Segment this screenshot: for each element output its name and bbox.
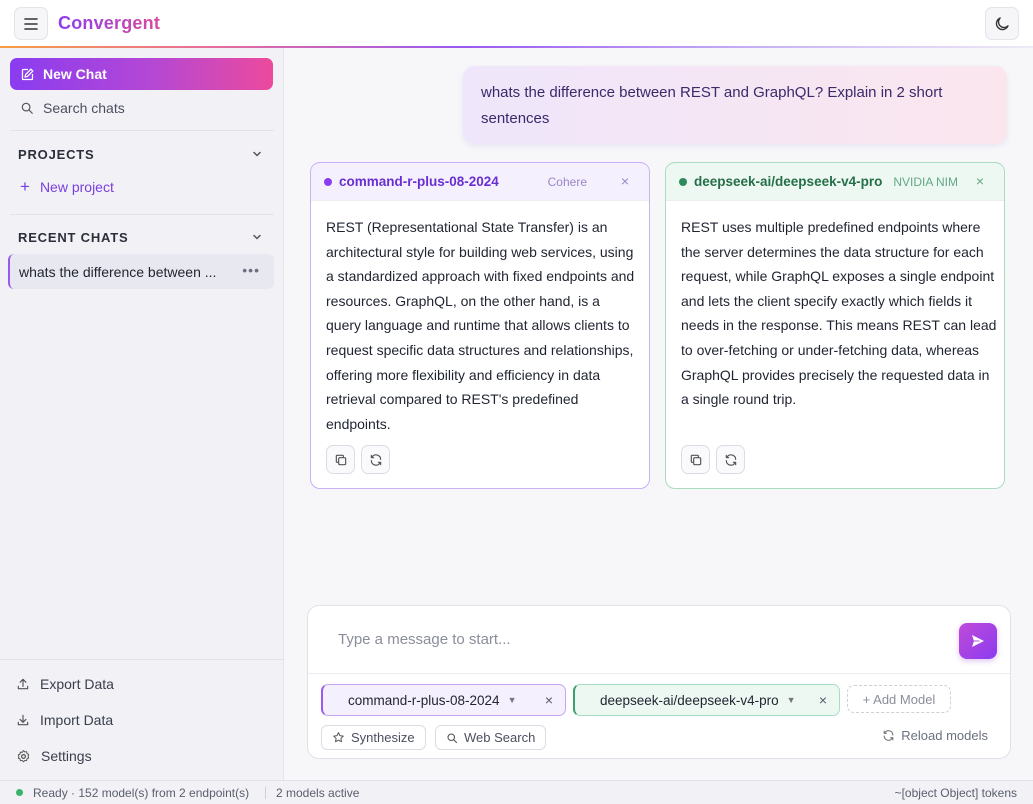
web-search-toggle[interactable]: Web Search (435, 725, 547, 750)
synthesize-label: Synthesize (351, 730, 415, 745)
caret-down-icon[interactable]: ▼ (508, 695, 517, 705)
new-project-button[interactable]: + New project (20, 177, 114, 196)
plus-icon: + (20, 177, 30, 196)
synthesize-toggle[interactable]: Synthesize (321, 725, 426, 750)
response-provider: NVIDIA NIM (893, 175, 958, 189)
status-text: Ready · 152 model(s) from 2 endpoint(s) (33, 786, 250, 800)
response-card: command-r-plus-08-2024 Cohere × REST (Re… (310, 162, 650, 489)
response-actions (681, 445, 745, 474)
hamburger-icon (24, 17, 38, 30)
response-provider: Cohere (547, 175, 587, 189)
response-model-name: deepseek-ai/deepseek-v4-pro (694, 174, 883, 189)
model-chip-label: command-r-plus-08-2024 (348, 692, 500, 708)
status-separator (265, 787, 266, 799)
download-icon (17, 714, 29, 726)
search-icon (447, 732, 458, 743)
response-model-name: command-r-plus-08-2024 (339, 174, 499, 189)
gear-icon (17, 749, 30, 762)
search-icon (21, 102, 33, 114)
add-model-button[interactable]: + Add Model (847, 685, 951, 713)
user-message: whats the difference between REST and Gr… (463, 66, 1007, 144)
model-chip[interactable]: command-r-plus-08-2024 ▼ × (321, 684, 566, 716)
message-composer: command-r-plus-08-2024 ▼ × deepseek-ai/d… (307, 605, 1011, 759)
import-data-button[interactable]: Import Data (16, 712, 113, 728)
search-chats-button[interactable]: Search chats (10, 96, 273, 120)
copy-icon (690, 454, 701, 465)
more-options-icon[interactable]: ••• (242, 262, 260, 278)
web-search-label: Web Search (464, 730, 536, 745)
regenerate-button[interactable] (361, 445, 390, 474)
import-data-label: Import Data (40, 712, 114, 728)
edit-icon (21, 68, 34, 80)
export-data-button[interactable]: Export Data (16, 676, 114, 692)
token-count: ~[object Object] tokens (894, 786, 1017, 800)
sidebar-divider (10, 130, 274, 131)
reload-models-label: Reload models (901, 728, 988, 743)
upload-icon (17, 678, 29, 690)
sidebar-divider (0, 659, 284, 660)
active-models-count: 2 models active (276, 786, 360, 800)
response-card-header: deepseek-ai/deepseek-v4-pro NVIDIA NIM × (666, 163, 1004, 201)
regenerate-button[interactable] (716, 445, 745, 474)
response-card: deepseek-ai/deepseek-v4-pro NVIDIA NIM ×… (665, 162, 1005, 489)
send-button[interactable] (959, 623, 997, 659)
new-project-label: New project (39, 179, 114, 195)
settings-label: Settings (41, 748, 92, 764)
response-text: REST uses multiple predefined endpoints … (681, 219, 997, 408)
model-chip[interactable]: deepseek-ai/deepseek-v4-pro ▼ × (573, 684, 840, 716)
app-logo: Convergent (58, 13, 161, 33)
new-chat-label: New Chat (43, 66, 107, 82)
copy-button[interactable] (326, 445, 355, 474)
chevron-down-icon[interactable] (252, 150, 262, 158)
export-data-label: Export Data (40, 676, 114, 692)
response-text: REST (Representational State Transfer) i… (326, 219, 635, 432)
response-card-header: command-r-plus-08-2024 Cohere × (311, 163, 649, 201)
menu-toggle-button[interactable] (14, 7, 48, 40)
recent-chat-title: whats the difference between ... (19, 263, 217, 280)
model-color-dot (324, 177, 332, 186)
refresh-icon (370, 453, 381, 466)
projects-heading: PROJECTS (18, 147, 95, 162)
composer-divider (308, 673, 1010, 674)
main-panel: whats the difference between REST and Gr… (285, 48, 1033, 780)
refresh-icon (883, 730, 894, 741)
model-chip-label: deepseek-ai/deepseek-v4-pro (600, 692, 779, 708)
moon-icon (995, 16, 1009, 30)
close-icon[interactable]: × (976, 173, 984, 189)
search-chats-label: Search chats (43, 100, 125, 116)
status-indicator (16, 789, 23, 796)
settings-button[interactable]: Settings (16, 748, 92, 764)
model-color-dot (679, 177, 687, 186)
chevron-down-icon[interactable] (252, 233, 262, 241)
theme-toggle-button[interactable] (985, 7, 1019, 40)
close-icon[interactable]: × (621, 173, 629, 189)
caret-down-icon[interactable]: ▼ (787, 695, 796, 705)
sidebar: New Chat Search chats PROJECTS + New pro… (0, 48, 284, 780)
refresh-icon (725, 453, 736, 466)
close-icon[interactable]: × (545, 692, 553, 708)
star-icon (333, 732, 344, 743)
copy-button[interactable] (681, 445, 710, 474)
close-icon[interactable]: × (819, 692, 827, 708)
new-chat-button[interactable]: New Chat (10, 58, 273, 90)
recent-chats-heading: RECENT CHATS (18, 230, 129, 245)
top-header: Convergent (0, 0, 1033, 48)
copy-icon (335, 454, 346, 465)
response-actions (326, 445, 390, 474)
send-icon (972, 635, 984, 647)
reload-models-button[interactable]: Reload models (882, 728, 988, 743)
sidebar-divider (10, 214, 274, 215)
recent-chat-item[interactable]: whats the difference between ... ••• (8, 254, 274, 289)
status-bar: Ready · 152 model(s) from 2 endpoint(s) … (0, 780, 1033, 804)
message-input[interactable] (326, 624, 946, 654)
